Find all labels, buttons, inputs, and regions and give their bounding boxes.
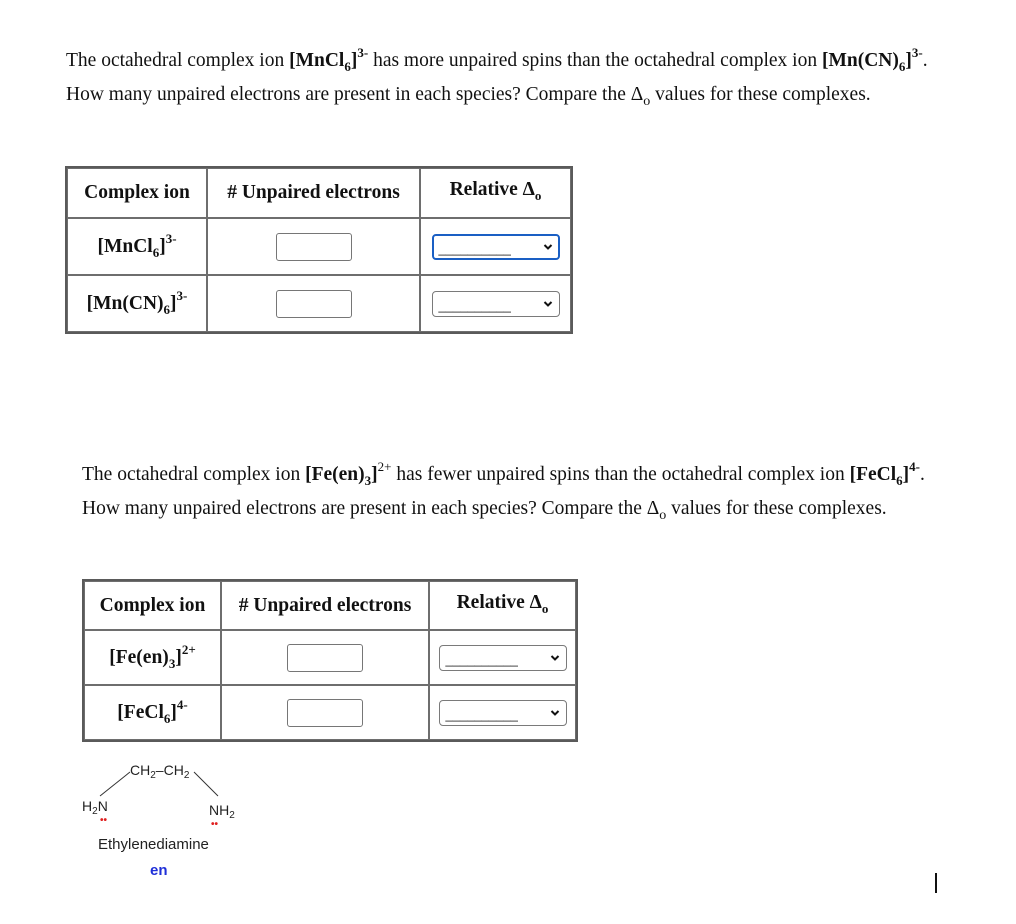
relative-delta-select[interactable]: __________ xyxy=(438,644,567,671)
ligand-abbreviation: en xyxy=(150,862,168,879)
answer-table-2: Complex ion # Unpaired electrons Relativ… xyxy=(82,579,578,742)
complex-ion-cell: [MnCl6]3- xyxy=(67,218,207,275)
prompt-text: values for these complexes. xyxy=(666,498,887,519)
complex-ion-cell: [Mn(CN)6]3- xyxy=(67,275,207,332)
unpaired-cell xyxy=(221,685,429,740)
relative-cell: __________ xyxy=(429,685,576,740)
complex-ion-formula: [Mn(CN)6]3- xyxy=(821,45,923,74)
prompt-text: values for these complexes. xyxy=(650,84,871,105)
text-cursor-icon xyxy=(935,873,937,893)
header-unpaired-electrons: # Unpaired electrons xyxy=(207,168,420,218)
prompt-text: The octahedral complex ion xyxy=(66,50,290,71)
table-header-row: Complex ion # Unpaired electrons Relativ… xyxy=(84,581,576,630)
header-complex-ion: Complex ion xyxy=(67,168,207,218)
relative-cell: __________ xyxy=(429,630,576,685)
delta-o-symbol: Δo xyxy=(630,84,651,109)
select-value: __________ xyxy=(445,652,518,667)
unpaired-cell xyxy=(207,218,420,275)
complex-ion-formula: [MnCl6]3- xyxy=(289,45,369,74)
lone-pair-right: •• xyxy=(211,819,219,830)
lone-pair-left: •• xyxy=(100,815,108,826)
header-complex-ion: Complex ion xyxy=(84,581,221,630)
unpaired-electrons-input[interactable] xyxy=(275,232,352,261)
unpaired-electrons-input[interactable] xyxy=(287,698,363,727)
chevron-down-icon xyxy=(543,243,552,250)
unpaired-cell xyxy=(221,630,429,685)
relative-cell: __________ xyxy=(420,218,571,275)
table-row: [FeCl6]4- __________ xyxy=(84,685,576,740)
header-unpaired-electrons: # Unpaired electrons xyxy=(221,581,429,630)
delta-o-symbol: Δo xyxy=(646,498,667,523)
complex-ion-formula: [Fe(en)3] xyxy=(305,464,378,488)
chevron-down-icon xyxy=(550,654,559,661)
unpaired-electrons-input[interactable] xyxy=(275,289,352,318)
answer-table-1: Complex ion # Unpaired electrons Relativ… xyxy=(65,166,573,334)
relative-delta-select[interactable]: __________ xyxy=(431,290,560,317)
ethylenediamine-structure: CH2–CH2 H2N NH2 •• •• Ethylenediamine en xyxy=(80,760,250,880)
charge: 2+ xyxy=(377,459,392,474)
relative-delta-select[interactable]: __________ xyxy=(431,233,560,260)
select-value: __________ xyxy=(438,241,511,256)
complex-ion-cell: [FeCl6]4- xyxy=(84,685,221,740)
prompt-text: The octahedral complex ion xyxy=(82,464,306,485)
table-row: [MnCl6]3- __________ xyxy=(67,218,571,275)
bond-right xyxy=(193,771,219,797)
bond-left xyxy=(99,771,131,797)
chevron-down-icon xyxy=(543,300,552,307)
relative-cell: __________ xyxy=(420,275,571,332)
select-value: __________ xyxy=(445,707,518,722)
header-relative-delta: Relative Δo xyxy=(420,168,571,218)
unpaired-cell xyxy=(207,275,420,332)
question-1-prompt: The octahedral complex ion [MnCl6]3- has… xyxy=(66,44,946,112)
ch2-ch2-chain: CH2–CH2 xyxy=(130,762,190,781)
complex-ion-cell: [Fe(en)3]2+ xyxy=(84,630,221,685)
left-amine: H2N xyxy=(82,798,108,817)
table-row: [Fe(en)3]2+ __________ xyxy=(84,630,576,685)
prompt-text: has more unpaired spins than the octahed… xyxy=(368,50,822,71)
header-relative-delta: Relative Δo xyxy=(429,581,576,630)
chevron-down-icon xyxy=(550,709,559,716)
right-amine: NH2 xyxy=(209,802,235,821)
complex-ion-formula: [FeCl6]4- xyxy=(849,459,921,488)
question-2-prompt: The octahedral complex ion [Fe(en)3]2+ h… xyxy=(82,458,962,526)
prompt-text: has fewer unpaired spins than the octahe… xyxy=(391,464,850,485)
relative-delta-select[interactable]: __________ xyxy=(438,699,567,726)
table-header-row: Complex ion # Unpaired electrons Relativ… xyxy=(67,168,571,218)
table-row: [Mn(CN)6]3- __________ xyxy=(67,275,571,332)
select-value: __________ xyxy=(438,298,511,313)
ligand-name: Ethylenediamine xyxy=(98,836,209,853)
unpaired-electrons-input[interactable] xyxy=(287,643,363,672)
